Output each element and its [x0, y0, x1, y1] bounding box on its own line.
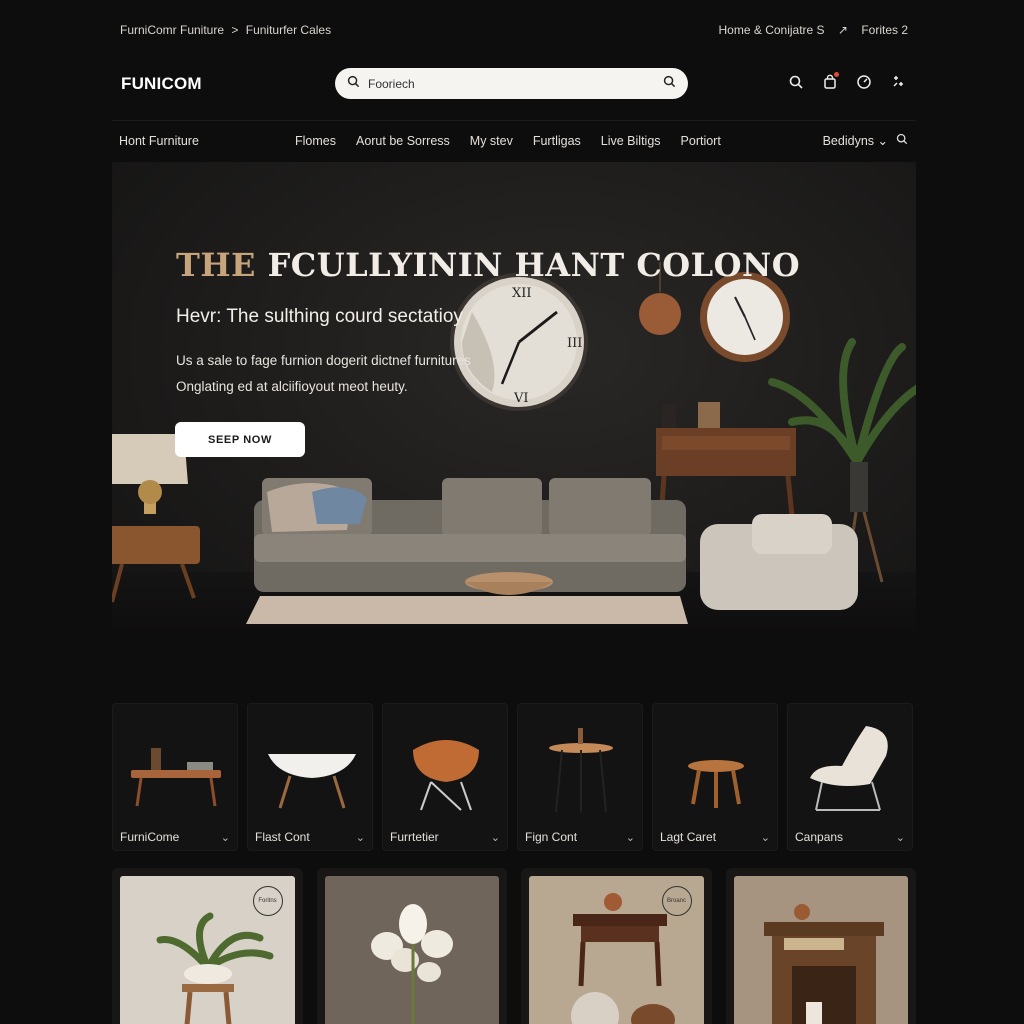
- product-image: [733, 876, 908, 1024]
- nav-link[interactable]: My stev: [470, 134, 513, 148]
- category-card[interactable]: Flast Cont ⌄: [247, 703, 373, 851]
- product-card[interactable]: [316, 868, 507, 1024]
- hero-subtitle: Hevr: The sulthing courd sectatioy: [176, 306, 463, 327]
- hero-title: THE FCULLYININ HANT COLONO: [176, 246, 800, 284]
- notification-dot: [834, 72, 839, 77]
- chevron-down-icon[interactable]: ⌄: [761, 831, 770, 844]
- hero-description-line: Onglating ed at alciifioyout meot heuty.: [176, 379, 408, 394]
- category-label: Fign Cont: [525, 830, 578, 844]
- nav-link[interactable]: Aorut be Sorress: [356, 134, 450, 148]
- nav-dropdown-bedrooms[interactable]: Bedidyns ⌄: [823, 133, 888, 148]
- nav-link[interactable]: Flomes: [295, 134, 336, 148]
- brand-stamp: Broanc: [661, 886, 692, 916]
- utility-bar: FurniComr Funiture > Funiturfer Cales Ho…: [112, 14, 916, 46]
- hero-banner: XII III VI THE FCULLYININ HANT COLONO He…: [112, 162, 916, 632]
- stool-icon: [688, 760, 744, 808]
- page: FurniComr Funiture > Funiturfer Cales Ho…: [112, 0, 916, 1024]
- product-row: Foritns Broanc: [112, 868, 916, 1024]
- brand-stamp: Foritns: [252, 886, 283, 916]
- svg-text:XII: XII: [512, 286, 532, 301]
- category-card[interactable]: Fign Cont ⌄: [517, 703, 643, 851]
- utility-link-home[interactable]: Home & Conijatre S: [719, 23, 825, 37]
- product-image: Foritns: [120, 876, 295, 1024]
- sofa: [254, 478, 686, 592]
- chevron-down-icon[interactable]: ⌄: [896, 831, 905, 844]
- nav-link[interactable]: Portiort: [681, 134, 721, 148]
- nav-link[interactable]: Furtligas: [533, 134, 581, 148]
- hero-description: Us a sale to fage furnion dogerit dictne…: [176, 348, 596, 400]
- table-lamp: [112, 434, 200, 603]
- category-row: FurniCome ⌄ Flast Cont ⌄ Furrtetier ⌄ Fi…: [112, 703, 916, 851]
- nav-dropdown-label: Bedidyns: [822, 134, 875, 148]
- chevron-down-icon[interactable]: ⌄: [491, 831, 500, 844]
- chevron-down-icon[interactable]: ⌄: [356, 831, 365, 844]
- product-card[interactable]: Broanc: [521, 868, 712, 1024]
- search-icon[interactable]: [786, 72, 806, 92]
- bar-table-icon: [549, 728, 613, 813]
- utility-links: Home & Conijatre S ↗ Forites 2: [709, 23, 908, 37]
- breadcrumb-item[interactable]: FurniComr Funiture: [120, 23, 224, 37]
- category-label: Furrtetier: [390, 830, 439, 844]
- header: FUNICOM: [112, 58, 916, 110]
- category-label: Canpans: [795, 830, 844, 844]
- category-label: Flast Cont: [255, 830, 310, 844]
- chevron-down-icon: ⌄: [877, 134, 888, 148]
- header-actions: [786, 72, 908, 92]
- bag-icon[interactable]: [820, 72, 840, 92]
- menu-icon[interactable]: [888, 72, 908, 92]
- breadcrumb-separator: >: [231, 23, 239, 37]
- search-icon[interactable]: [896, 133, 908, 148]
- nav-link[interactable]: Live Biltigs: [601, 134, 661, 148]
- bowl-table-icon: [268, 754, 356, 809]
- external-link-icon: ↗: [837, 23, 848, 37]
- category-card[interactable]: Lagt Caret ⌄: [652, 703, 778, 851]
- coffee-table-icon: [131, 748, 221, 807]
- hero-description-line: Us a sale to fage furnion dogerit dictne…: [176, 353, 471, 368]
- product-image: [324, 876, 499, 1024]
- category-label: FurniCome: [120, 830, 180, 844]
- product-card[interactable]: Foritns: [112, 868, 303, 1024]
- chevron-down-icon[interactable]: ⌄: [221, 831, 230, 844]
- category-card[interactable]: FurniCome ⌄: [112, 703, 238, 851]
- breadcrumb: FurniComr Funiture > Funiturfer Cales: [120, 23, 335, 37]
- category-card[interactable]: Canpans ⌄: [787, 703, 913, 851]
- chevron-down-icon[interactable]: ⌄: [626, 831, 635, 844]
- product-image: Broanc: [529, 876, 704, 1024]
- search-submit-icon[interactable]: [663, 75, 676, 93]
- search-bar: [335, 68, 688, 99]
- nav-links: Flomes Aorut be Sorress My stev Furtliga…: [295, 134, 721, 148]
- breadcrumb-item[interactable]: Funiturfer Cales: [246, 23, 331, 37]
- search-input[interactable]: [368, 76, 663, 91]
- shop-now-button[interactable]: SEEP NOW: [175, 422, 305, 457]
- category-label: Lagt Caret: [660, 830, 717, 844]
- main-nav: Hont Furniture Flomes Aorut be Sorress M…: [112, 120, 916, 160]
- search-icon: [347, 75, 360, 93]
- category-card[interactable]: Furrtetier ⌄: [382, 703, 508, 851]
- nav-home[interactable]: Hont Furniture: [119, 134, 199, 148]
- nav-right: Bedidyns ⌄: [823, 133, 908, 148]
- hero-title-accent: THE: [176, 246, 256, 284]
- product-card[interactable]: [725, 868, 916, 1024]
- armchair: [700, 514, 858, 610]
- wall-clock-small: [700, 272, 790, 362]
- hero-title-main: FCULLYININ HANT COLONO: [267, 246, 801, 284]
- fireplace-image: [763, 904, 884, 1024]
- utility-link-favorites[interactable]: Forites 2: [861, 23, 908, 37]
- logo[interactable]: FUNICOM: [121, 74, 202, 94]
- lounge-chair-icon: [810, 726, 888, 811]
- compass-icon[interactable]: [854, 72, 874, 92]
- shell-chair-icon: [413, 740, 479, 811]
- tulips-image: [370, 904, 453, 1024]
